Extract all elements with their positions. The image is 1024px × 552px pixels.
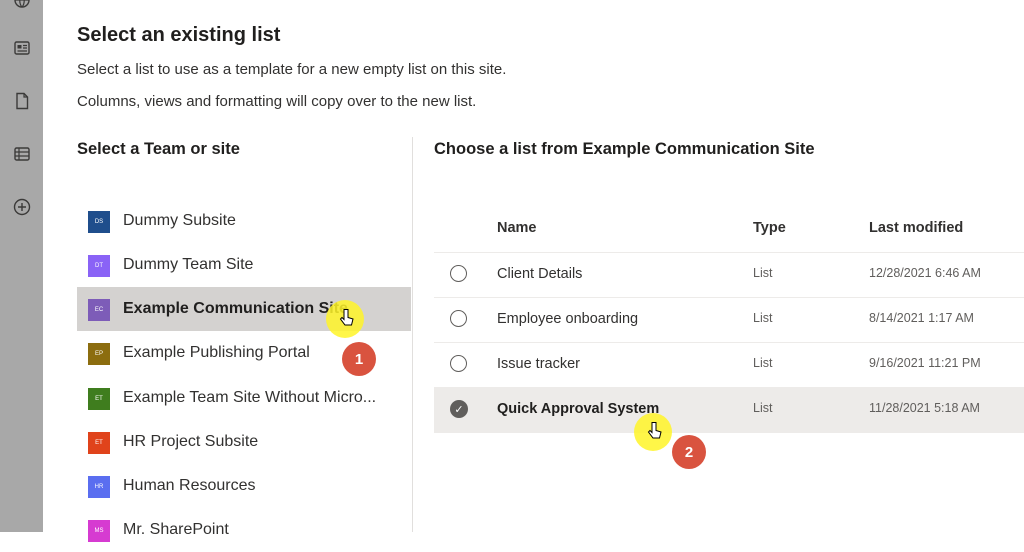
row-type: List xyxy=(753,401,773,415)
column-divider xyxy=(412,137,413,532)
site-label: Human Resources xyxy=(123,477,256,494)
row-modified: 9/16/2021 11:21 PM xyxy=(869,356,981,370)
site-avatar: EP xyxy=(88,343,110,365)
site-item[interactable]: ET HR Project Subsite xyxy=(77,420,411,464)
row-radio[interactable] xyxy=(450,355,467,372)
row-name: Issue tracker xyxy=(497,356,580,372)
table-row[interactable]: Client Details List 12/28/2021 6:46 AM xyxy=(434,252,1024,298)
site-label: Example Team Site Without Micro... xyxy=(123,389,377,406)
app-rail xyxy=(0,0,43,532)
site-avatar: EC xyxy=(88,299,110,321)
column-header-name[interactable]: Name xyxy=(497,220,537,236)
add-circle-icon[interactable] xyxy=(12,197,32,217)
dialog-description: Select a list to use as a template for a… xyxy=(77,61,507,78)
site-item[interactable]: DT Dummy Team Site xyxy=(77,243,411,287)
table-row-selected[interactable]: ✓ Quick Approval System List 11/28/2021 … xyxy=(434,387,1024,433)
checkmark-icon[interactable]: ✓ xyxy=(450,400,468,418)
row-type: List xyxy=(753,266,773,280)
row-modified: 12/28/2021 6:46 AM xyxy=(869,266,981,280)
row-type: List xyxy=(753,311,773,325)
step-badge-2: 2 xyxy=(672,435,706,469)
dialog-description-2: Columns, views and formatting will copy … xyxy=(77,93,477,110)
site-label: Example Communication Site xyxy=(123,300,348,317)
site-avatar: HR xyxy=(88,476,110,498)
row-modified: 8/14/2021 1:17 AM xyxy=(869,311,974,325)
site-avatar: ET xyxy=(88,432,110,454)
site-label: Dummy Subsite xyxy=(123,212,236,229)
site-avatar: DS xyxy=(88,211,110,233)
site-label: HR Project Subsite xyxy=(123,433,259,450)
list-icon[interactable] xyxy=(12,144,32,164)
dialog-panel: Select an existing list Select a list to… xyxy=(43,0,1024,542)
step-badge-1: 1 xyxy=(342,342,376,376)
site-picker-title: Select a Team or site xyxy=(77,140,240,158)
news-icon[interactable] xyxy=(12,38,32,58)
table-row[interactable]: Employee onboarding List 8/14/2021 1:17 … xyxy=(434,297,1024,343)
column-header-modified[interactable]: Last modified xyxy=(869,220,963,236)
site-avatar: DT xyxy=(88,255,110,277)
site-item[interactable]: HR Human Resources xyxy=(77,464,411,508)
row-radio[interactable] xyxy=(450,310,467,327)
table-row[interactable]: Issue tracker List 9/16/2021 11:21 PM xyxy=(434,342,1024,388)
site-label: Dummy Team Site xyxy=(123,256,254,273)
site-avatar: MS xyxy=(88,520,110,542)
pointer-highlight-icon xyxy=(634,413,672,451)
row-type: List xyxy=(753,356,773,370)
column-header-type[interactable]: Type xyxy=(753,220,786,236)
row-radio[interactable] xyxy=(450,265,467,282)
list-picker-title: Choose a list from Example Communication… xyxy=(434,140,815,158)
row-name: Employee onboarding xyxy=(497,311,639,327)
site-item[interactable]: DS Dummy Subsite xyxy=(77,199,411,243)
document-icon[interactable] xyxy=(12,91,32,111)
globe-icon[interactable] xyxy=(12,0,32,10)
site-item[interactable]: ET Example Team Site Without Micro... xyxy=(77,376,411,420)
dialog-title: Select an existing list xyxy=(77,24,281,46)
site-item[interactable]: MS Mr. SharePoint xyxy=(77,508,411,552)
site-label: Mr. SharePoint xyxy=(123,521,229,538)
row-modified: 11/28/2021 5:18 AM xyxy=(869,401,980,415)
row-name: Client Details xyxy=(497,266,583,282)
site-avatar: ET xyxy=(88,388,110,410)
pointer-highlight-icon xyxy=(326,300,364,338)
row-name: Quick Approval System xyxy=(497,401,660,417)
